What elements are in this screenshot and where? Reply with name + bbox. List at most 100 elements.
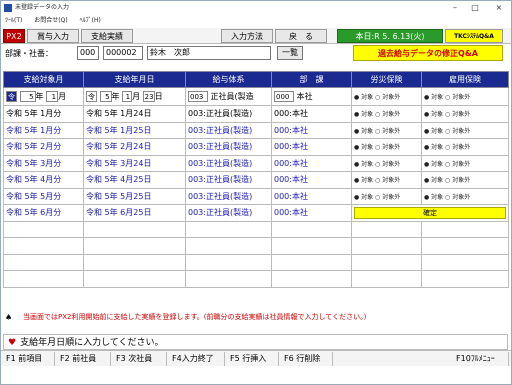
target-month-input: 令 5年 1月 <box>3 87 84 106</box>
table-row[interactable]: 令和 5年 5月分 令和 5年 5月25日 003:正社員(製造) 000:本社… <box>3 187 509 205</box>
header-target-month: 支給対象月 <box>3 71 84 88</box>
month-unit: 月 <box>58 92 67 101</box>
empty-row <box>3 270 509 288</box>
close-icon[interactable]: × <box>491 1 507 15</box>
f10-full-menu-button[interactable]: F10ﾌﾙﾒﾆｭｰ <box>453 352 509 366</box>
row-rousai[interactable]: ● 対象 ○ 対象外 <box>351 187 422 205</box>
fix-past-data-qa-button[interactable]: 過去給与データの修正Q&A <box>353 45 503 61</box>
row-dept: 000:本社 <box>271 171 352 189</box>
row-dept: 000:本社 <box>271 154 352 172</box>
dept-code-input[interactable]: 000 <box>274 91 294 102</box>
koyou-radio[interactable]: ● 対象 ○ 対象外 <box>421 87 509 106</box>
input-method-button[interactable]: 入力方法 <box>221 29 273 43</box>
row-koyou[interactable]: ● 対象 ○ 対象外 <box>421 138 509 156</box>
era-select[interactable]: 令 <box>6 91 17 102</box>
table-row[interactable]: 令和 5年 4月分 令和 5年 4月25日 003:正社員(製造) 000:本社… <box>3 171 509 189</box>
minimize-icon[interactable]: – <box>447 1 463 15</box>
year-input[interactable]: 5 <box>19 91 36 102</box>
row-target-month: 令和 5年 1月分 <box>3 121 84 139</box>
row-koyou[interactable]: ● 対象 ○ 対象外 <box>421 121 509 139</box>
table-row[interactable]: 令和 5年 6月分 令和 5年 6月25日 003:正社員(製造) 000:本社… <box>3 204 509 222</box>
row-target-month: 令和 5年 1月分 <box>3 105 84 123</box>
employee-number-field[interactable]: 000002 <box>103 46 143 60</box>
kakutei-button[interactable]: 確定 <box>354 206 506 219</box>
toolbar: PX2 賞与入力 支給実績 入力方法 戻 る 本日:R 5. 6.13(火) T… <box>1 28 511 44</box>
menu-help[interactable]: ﾍﾙﾌﾟ(H) <box>80 17 101 24</box>
list-button[interactable]: 一覧 <box>277 46 303 60</box>
maximize-icon[interactable]: □ <box>467 1 483 15</box>
row-koyou[interactable]: ● 対象 ○ 対象外 <box>421 171 509 189</box>
salary-name: 正社員(製造 <box>210 92 254 101</box>
row-rousai[interactable]: ● 対象 ○ 対象外 <box>351 105 422 123</box>
message-text: 支給年月日順に入力してください。 <box>20 338 164 348</box>
row-koyou[interactable]: ● 対象 ○ 対象外 <box>421 154 509 172</box>
message-bar: ♥ 支給年月日順に入力してください。 <box>3 334 508 350</box>
f4-end-input-button[interactable]: F4入力終了 <box>169 352 225 366</box>
title-bar: 未登録データの入力 – □ × <box>1 1 511 15</box>
f1-prev-item-button[interactable]: F1 前項目 <box>3 352 55 366</box>
row-payment-date: 令和 5年 4月25日 <box>83 171 186 189</box>
year2-input[interactable]: 5 <box>99 91 112 102</box>
table-row[interactable]: 令和 5年 1月分 令和 5年 1月24日 003:正社員(製造) 000:本社… <box>3 105 509 123</box>
row-salary-type: 003:正社員(製造) <box>185 105 272 123</box>
row-payment-date: 令和 5年 2月24日 <box>83 138 186 156</box>
table-header: 支給対象月 支給年月日 給与体系 部 課 労災保険 雇用保険 <box>3 71 509 88</box>
row-salary-type: 003:正社員(製造) <box>185 171 272 189</box>
table-row[interactable]: 令和 5年 3月分 令和 5年 3月24日 003:正社員(製造) 000:本社… <box>3 154 509 172</box>
px2-badge: PX2 <box>3 29 25 43</box>
row-koyou[interactable]: ● 対象 ○ 対象外 <box>421 105 509 123</box>
f6-delete-row-button[interactable]: F6 行削除 <box>281 352 333 366</box>
dept-code-field[interactable]: 000 <box>77 46 99 60</box>
f2-prev-employee-button[interactable]: F2 前社員 <box>57 352 111 366</box>
header-dept: 部 課 <box>271 71 352 88</box>
payment-record-button[interactable]: 支給実績 <box>81 29 133 43</box>
empty-row <box>3 220 509 238</box>
row-dept: 000:本社 <box>271 187 352 205</box>
menu-tools[interactable]: ﾂｰﾙ(T) <box>5 17 22 24</box>
month2-unit: 月 <box>132 92 141 101</box>
row-payment-date: 令和 5年 3月24日 <box>83 154 186 172</box>
back-button[interactable]: 戻 る <box>275 29 327 43</box>
rousai-radio[interactable]: ● 対象 ○ 対象外 <box>351 87 422 106</box>
heart-icon: ♥ <box>8 338 17 348</box>
row-rousai[interactable]: ● 対象 ○ 対象外 <box>351 171 422 189</box>
f3-next-employee-button[interactable]: F3 次社員 <box>113 352 167 366</box>
table-row[interactable]: 令和 5年 2月分 令和 5年 2月24日 003:正社員(製造) 000:本社… <box>3 138 509 156</box>
row-salary-type: 003:正社員(製造) <box>185 204 272 222</box>
month2-input[interactable]: 1 <box>122 91 133 102</box>
row-payment-date: 令和 5年 5月25日 <box>83 187 186 205</box>
table-row[interactable]: 令和 5年 1月分 令和 5年 1月25日 003:正社員(製造) 000:本社… <box>3 121 509 139</box>
row-salary-type: 003:正社員(製造) <box>185 154 272 172</box>
row-rousai[interactable]: ● 対象 ○ 対象外 <box>351 121 422 139</box>
bonus-input-button[interactable]: 賞与入力 <box>27 29 79 43</box>
row-rousai[interactable]: ● 対象 ○ 対象外 <box>351 154 422 172</box>
row-rousai[interactable]: ● 対象 ○ 対象外 <box>351 138 422 156</box>
f5-insert-row-button[interactable]: F5 行挿入 <box>227 352 279 366</box>
day2-unit: 日 <box>154 92 163 101</box>
function-key-bar: F1 前項目 F2 前社員 F3 次社員 F4入力終了 F5 行挿入 F6 行削… <box>1 350 511 366</box>
year2-unit: 年 <box>111 92 120 101</box>
row-payment-date: 令和 5年 1月24日 <box>83 105 186 123</box>
row-target-month: 令和 5年 5月分 <box>3 187 84 205</box>
menu-bar: ﾂｰﾙ(T) お問合せ(Q) ﾍﾙﾌﾟ(H) <box>1 15 511 27</box>
salary-code-input[interactable]: 003 <box>188 91 208 102</box>
day2-input[interactable]: 23 <box>142 91 155 102</box>
row-koyou[interactable]: ● 対象 ○ 対象外 <box>421 187 509 205</box>
employee-name-field: 鈴木 次郎 <box>147 46 271 60</box>
payment-table: 支給対象月 支給年月日 給与体系 部 課 労災保険 雇用保険 令 5年 1月 令… <box>3 71 509 288</box>
row-dept: 000:本社 <box>271 121 352 139</box>
row-payment-date: 令和 5年 6月25日 <box>83 204 186 222</box>
header-koyou: 雇用保険 <box>421 71 509 88</box>
row-payment-date: 令和 5年 1月25日 <box>83 121 186 139</box>
notice-text: 当画面ではPX2利用開始前に支給した実績を登録します。(前職分の支給実績は社員情… <box>23 313 367 321</box>
era2-select[interactable]: 令 <box>86 91 97 102</box>
row-target-month: 令和 5年 6月分 <box>3 204 84 222</box>
tkc-qa-button[interactable]: TKCｼｽﾃﾑQ&A <box>445 29 503 43</box>
header-rousai: 労災保険 <box>351 71 422 88</box>
year-unit: 年 <box>35 92 44 101</box>
month-input[interactable]: 1 <box>46 91 59 102</box>
menu-inquiry[interactable]: お問合せ(Q) <box>34 17 67 24</box>
row-dept: 000:本社 <box>271 105 352 123</box>
row-dept: 000:本社 <box>271 138 352 156</box>
app-icon <box>4 4 12 12</box>
